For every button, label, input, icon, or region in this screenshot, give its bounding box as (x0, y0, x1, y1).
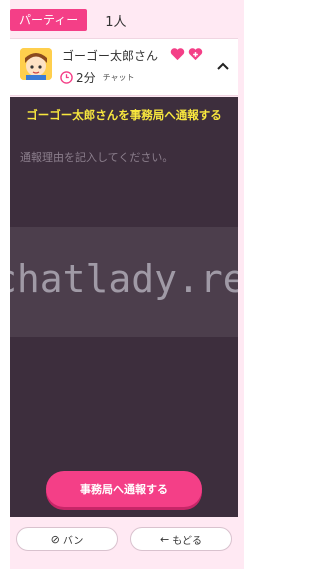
chevron-up-icon[interactable] (216, 61, 230, 71)
heart-icon (170, 48, 185, 61)
report-panel: ゴーゴー太郎さんを事務局へ通報する chatlady.re 事務局へ通報する (10, 97, 238, 517)
clock-icon (60, 71, 73, 84)
party-badge[interactable]: パーティー (10, 9, 88, 31)
report-submit-button[interactable]: 事務局へ通報する (46, 471, 202, 507)
watermark-band: chatlady.re (10, 227, 238, 337)
ban-label: バン (62, 535, 84, 547)
user-name: ゴーゴー太郎さん (62, 49, 159, 63)
ban-icon: ⊘ (50, 532, 60, 546)
bottom-bar: ⊘ バン ← もどる (10, 518, 238, 560)
ban-button[interactable]: ⊘ バン (16, 527, 118, 551)
header-bar: パーティー 1人 (10, 6, 234, 34)
back-button[interactable]: ← もどる (130, 527, 232, 551)
session-type: チャット (102, 73, 135, 82)
hearts (170, 47, 203, 61)
arrow-left-icon: ← (159, 532, 170, 546)
time-row: 2分 チャット (60, 69, 135, 86)
back-label: もどる (172, 535, 203, 547)
report-title: ゴーゴー太郎さんを事務局へ通報する (26, 108, 222, 122)
member-count: 1人 (105, 14, 127, 30)
elapsed-time: 2分 (76, 71, 96, 85)
avatar (20, 48, 52, 80)
watermark: chatlady.re (10, 257, 238, 301)
user-card[interactable]: ゴーゴー太郎さん 2分 チャット (10, 38, 238, 96)
heart-plus-icon (188, 48, 203, 61)
